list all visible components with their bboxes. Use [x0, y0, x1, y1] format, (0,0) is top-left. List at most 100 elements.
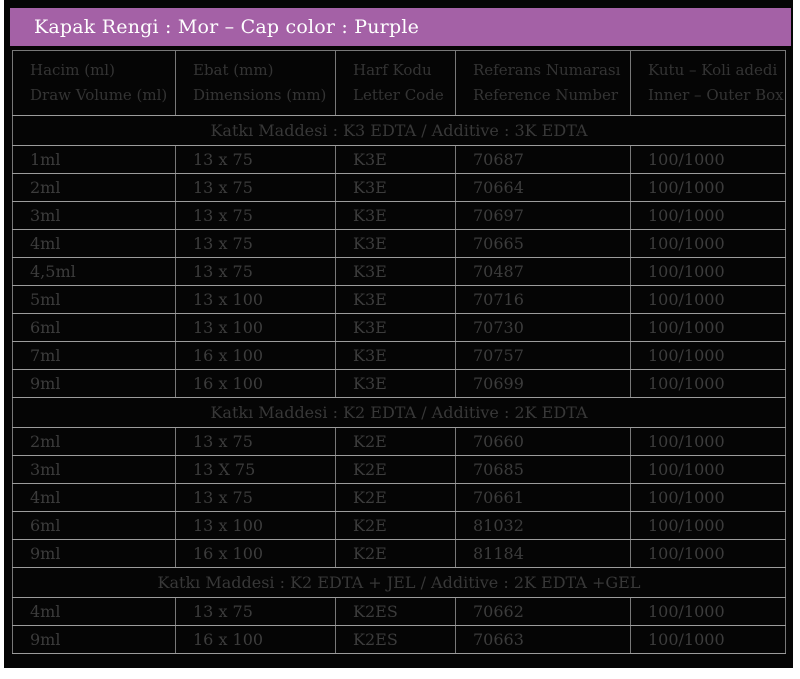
cell-box-count: 100/1000 [631, 484, 786, 512]
cell-volume: 6ml [13, 314, 176, 342]
cell-letter-code: K3E [336, 230, 456, 258]
cell-reference: 70697 [456, 202, 631, 230]
cell-letter-code: K2E [336, 512, 456, 540]
cell-dimensions: 13 x 75 [176, 258, 336, 286]
cell-reference: 70487 [456, 258, 631, 286]
cap-color-banner: Kapak Rengi : Mor – Cap color : Purple [10, 8, 791, 46]
cell-reference: 70687 [456, 146, 631, 174]
cell-volume: 9ml [13, 370, 176, 398]
cell-dimensions: 16 x 100 [176, 626, 336, 654]
col-header-box-count-tr: Kutu – Koli adedi [648, 58, 785, 83]
cell-dimensions: 13 x 75 [176, 598, 336, 626]
section-row: Katkı Maddesi : K3 EDTA / Additive : 3K … [13, 116, 786, 146]
section-row: Katkı Maddesi : K2 EDTA + JEL / Additive… [13, 568, 786, 598]
cell-box-count: 100/1000 [631, 540, 786, 568]
cell-letter-code: K2E [336, 456, 456, 484]
header-row: Hacim (ml) Draw Volume (ml) Ebat (mm) Di… [13, 51, 786, 116]
col-header-reference: Referans Numarası Reference Number [456, 51, 631, 116]
col-header-box-count: Kutu – Koli adedi Inner – Outer Box [631, 51, 786, 116]
cell-dimensions: 13 x 75 [176, 230, 336, 258]
cell-reference: 70661 [456, 484, 631, 512]
col-header-letter-code-tr: Harf Kodu [353, 58, 455, 83]
col-header-dimensions-en: Dimensions (mm) [193, 83, 335, 108]
cell-reference: 81032 [456, 512, 631, 540]
cell-volume: 6ml [13, 512, 176, 540]
cell-box-count: 100/1000 [631, 174, 786, 202]
cell-reference: 81184 [456, 540, 631, 568]
product-spec-panel: Kapak Rengi : Mor – Cap color : Purple H… [4, 0, 793, 668]
cell-reference: 70660 [456, 428, 631, 456]
col-header-dimensions-tr: Ebat (mm) [193, 58, 335, 83]
cell-volume: 2ml [13, 428, 176, 456]
cell-letter-code: K2E [336, 428, 456, 456]
cell-volume: 4ml [13, 484, 176, 512]
cell-volume: 5ml [13, 286, 176, 314]
col-header-letter-code-en: Letter Code [353, 83, 455, 108]
cell-reference: 70662 [456, 598, 631, 626]
table-header: Hacim (ml) Draw Volume (ml) Ebat (mm) Di… [13, 51, 786, 116]
section-title: Katkı Maddesi : K2 EDTA + JEL / Additive… [13, 568, 786, 598]
cell-box-count: 100/1000 [631, 202, 786, 230]
cell-letter-code: K2E [336, 484, 456, 512]
table-row: 9ml16 x 100K2ES70663100/1000 [13, 626, 786, 654]
cell-dimensions: 16 x 100 [176, 342, 336, 370]
cell-letter-code: K2ES [336, 598, 456, 626]
cell-letter-code: K2ES [336, 626, 456, 654]
cell-letter-code: K3E [336, 314, 456, 342]
cell-volume: 2ml [13, 174, 176, 202]
cell-reference: 70665 [456, 230, 631, 258]
cell-box-count: 100/1000 [631, 146, 786, 174]
col-header-reference-en: Reference Number [473, 83, 630, 108]
cell-dimensions: 13 x 100 [176, 286, 336, 314]
cell-box-count: 100/1000 [631, 456, 786, 484]
cell-dimensions: 13 X 75 [176, 456, 336, 484]
cell-dimensions: 13 x 75 [176, 146, 336, 174]
section-row: Katkı Maddesi : K2 EDTA / Additive : 2K … [13, 398, 786, 428]
cell-dimensions: 13 x 100 [176, 512, 336, 540]
cell-dimensions: 13 x 75 [176, 202, 336, 230]
cell-reference: 70730 [456, 314, 631, 342]
col-header-volume: Hacim (ml) Draw Volume (ml) [13, 51, 176, 116]
table-row: 2ml13 x 75K2E70660100/1000 [13, 428, 786, 456]
cell-box-count: 100/1000 [631, 512, 786, 540]
section-title: Katkı Maddesi : K2 EDTA / Additive : 2K … [13, 398, 786, 428]
cell-letter-code: K3E [336, 174, 456, 202]
cell-box-count: 100/1000 [631, 286, 786, 314]
cell-box-count: 100/1000 [631, 626, 786, 654]
cell-letter-code: K3E [336, 342, 456, 370]
cell-box-count: 100/1000 [631, 314, 786, 342]
col-header-volume-en: Draw Volume (ml) [30, 83, 175, 108]
cell-box-count: 100/1000 [631, 342, 786, 370]
cell-dimensions: 16 x 100 [176, 540, 336, 568]
cell-dimensions: 13 x 75 [176, 428, 336, 456]
cell-letter-code: K3E [336, 258, 456, 286]
col-header-dimensions: Ebat (mm) Dimensions (mm) [176, 51, 336, 116]
table-row: 4,5ml13 x 75K3E70487100/1000 [13, 258, 786, 286]
cell-letter-code: K3E [336, 202, 456, 230]
cell-volume: 9ml [13, 626, 176, 654]
cell-box-count: 100/1000 [631, 230, 786, 258]
table-row: 2ml13 x 75K3E70664100/1000 [13, 174, 786, 202]
cell-reference: 70663 [456, 626, 631, 654]
table-row: 3ml13 X 75K2E70685100/1000 [13, 456, 786, 484]
cell-volume: 3ml [13, 202, 176, 230]
cell-volume: 9ml [13, 540, 176, 568]
cell-dimensions: 13 x 75 [176, 174, 336, 202]
cell-reference: 70757 [456, 342, 631, 370]
cell-letter-code: K3E [336, 370, 456, 398]
cell-box-count: 100/1000 [631, 598, 786, 626]
table-row: 4ml13 x 75K2E70661100/1000 [13, 484, 786, 512]
cell-box-count: 100/1000 [631, 258, 786, 286]
cell-volume: 4,5ml [13, 258, 176, 286]
section-title: Katkı Maddesi : K3 EDTA / Additive : 3K … [13, 116, 786, 146]
cell-letter-code: K2E [336, 540, 456, 568]
cell-reference: 70664 [456, 174, 631, 202]
table-row: 9ml16 x 100K3E70699100/1000 [13, 370, 786, 398]
cell-volume: 4ml [13, 598, 176, 626]
cell-dimensions: 13 x 75 [176, 484, 336, 512]
table-row: 4ml13 x 75K3E70665100/1000 [13, 230, 786, 258]
table-body: Katkı Maddesi : K3 EDTA / Additive : 3K … [13, 116, 786, 654]
cell-box-count: 100/1000 [631, 370, 786, 398]
table-row: 5ml13 x 100K3E70716100/1000 [13, 286, 786, 314]
cell-letter-code: K3E [336, 146, 456, 174]
